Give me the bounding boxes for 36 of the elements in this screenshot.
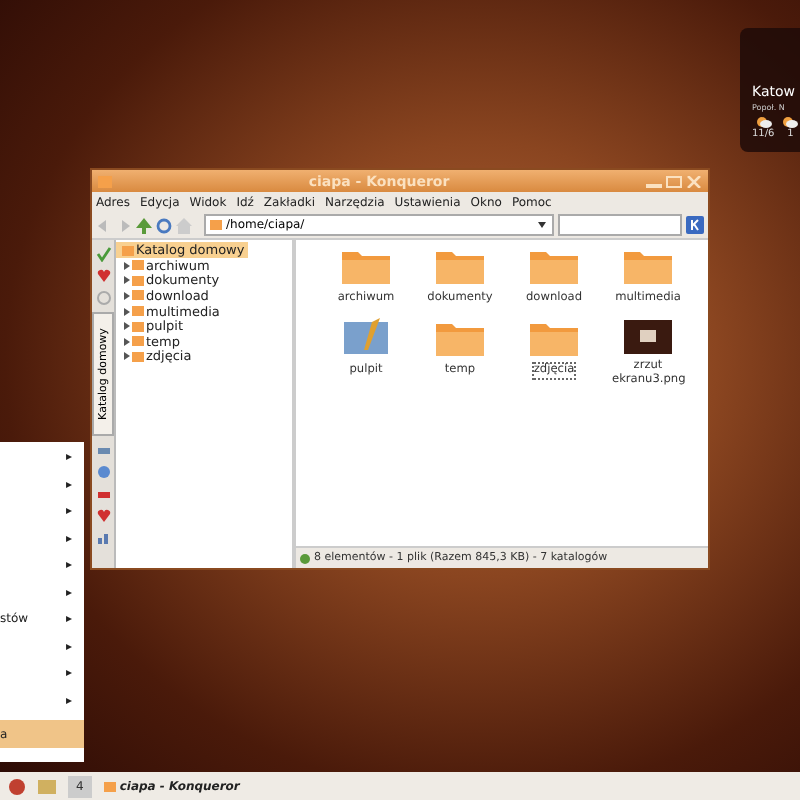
expand-arrow-icon[interactable] [122, 276, 130, 285]
expand-arrow-icon[interactable] [122, 261, 130, 270]
cloud-sun-icon [782, 116, 799, 128]
heart-icon[interactable] [95, 508, 111, 524]
expand-arrow-icon[interactable] [122, 322, 130, 331]
screenshot-thumbnail-icon[interactable] [622, 318, 674, 354]
status-icon [300, 553, 310, 563]
folder-icon[interactable] [528, 318, 580, 358]
up-arrow-icon[interactable] [136, 217, 152, 233]
maximize-icon[interactable] [666, 175, 682, 187]
expand-arrow-icon[interactable] [122, 291, 130, 300]
folder-icon[interactable] [622, 246, 674, 286]
close-icon[interactable] [686, 175, 702, 187]
expand-arrow-icon[interactable] [122, 307, 130, 316]
expand-arrow-icon[interactable] [122, 352, 130, 361]
folder-icon[interactable] [434, 318, 486, 358]
back-arrow-icon[interactable] [96, 217, 112, 233]
folder-icon [210, 220, 222, 230]
folder-icon [103, 781, 116, 791]
chart-icon[interactable] [95, 530, 111, 546]
search-field[interactable] [558, 214, 682, 236]
heart-icon[interactable] [95, 268, 111, 284]
desktop-icon[interactable] [340, 318, 392, 358]
forward-arrow-icon[interactable] [116, 217, 132, 233]
cloud-sun-icon [755, 116, 772, 128]
folder-icon[interactable] [528, 246, 580, 286]
dropdown-arrow-icon[interactable] [538, 222, 546, 228]
folder-icon[interactable] [434, 246, 486, 286]
checkmark-icon[interactable] [95, 246, 111, 262]
reload-icon[interactable] [156, 217, 172, 233]
kde-logo-icon [686, 216, 704, 234]
folder-icon[interactable] [340, 246, 392, 286]
folder-icon [98, 175, 112, 187]
app-launcher-icon[interactable] [8, 777, 26, 795]
expand-arrow-icon[interactable] [122, 337, 130, 346]
folder-icon[interactable] [38, 777, 56, 795]
